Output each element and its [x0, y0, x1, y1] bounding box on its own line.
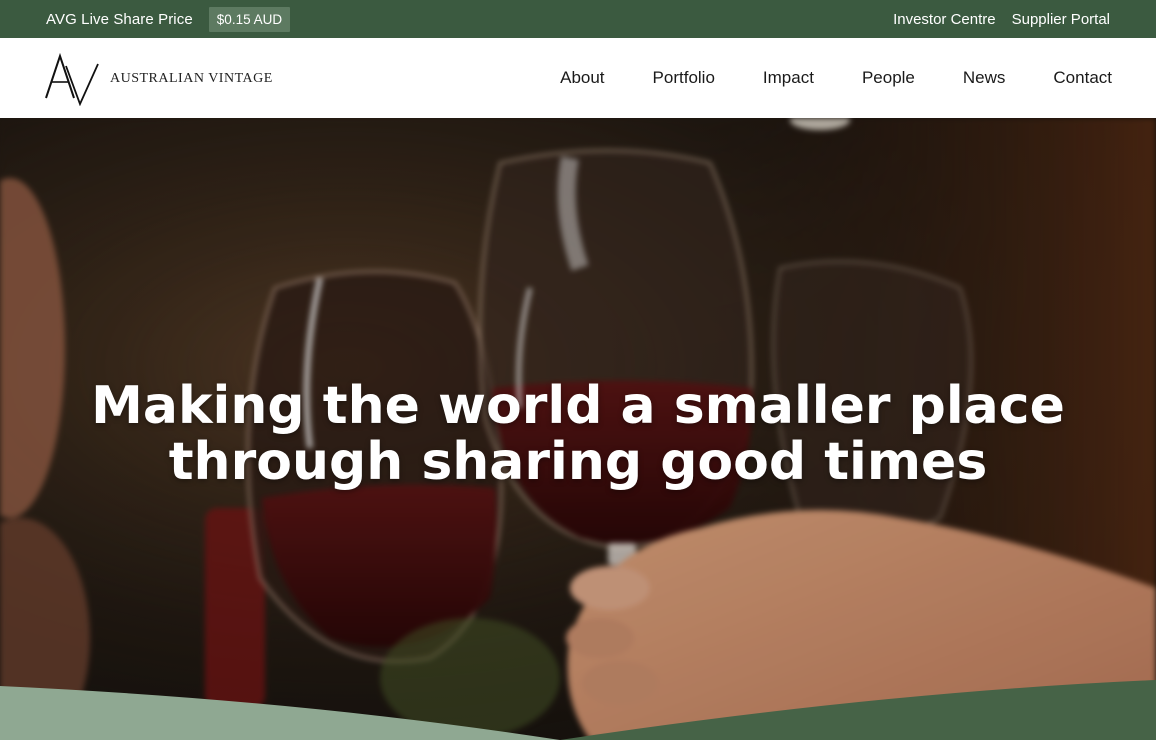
supplier-portal-link[interactable]: Supplier Portal: [1012, 11, 1110, 28]
utility-links: Investor Centre Supplier Portal: [893, 11, 1110, 28]
share-price-label: AVG Live Share Price: [46, 10, 193, 28]
top-utility-bar: AVG Live Share Price $0.15 AUD Investor …: [0, 0, 1156, 38]
site-logo[interactable]: AUSTRALIAN VINTAGE: [44, 50, 273, 106]
nav-people[interactable]: People: [862, 68, 915, 88]
main-nav: About Portfolio Impact People News Conta…: [560, 68, 1112, 88]
hero-headline-line-1: Making the world a smaller place: [91, 376, 1065, 436]
share-price-badge: $0.15 AUD: [208, 6, 291, 32]
hero-section: Making the world a smaller place through…: [0, 118, 1156, 740]
nav-contact[interactable]: Contact: [1053, 68, 1112, 88]
investor-centre-link[interactable]: Investor Centre: [893, 11, 996, 28]
nav-about[interactable]: About: [560, 68, 604, 88]
nav-portfolio[interactable]: Portfolio: [653, 68, 715, 88]
hero-headline: Making the world a smaller place through…: [0, 378, 1156, 490]
nav-news[interactable]: News: [963, 68, 1006, 88]
hero-wave-divider: [0, 680, 1156, 740]
hero-headline-line-2: through sharing good times: [168, 432, 988, 492]
main-header: AUSTRALIAN VINTAGE About Portfolio Impac…: [0, 38, 1156, 118]
logo-wordmark: AUSTRALIAN VINTAGE: [110, 71, 273, 86]
share-price-group: AVG Live Share Price $0.15 AUD: [46, 6, 291, 32]
nav-impact[interactable]: Impact: [763, 68, 814, 88]
av-monogram-icon: [45, 52, 99, 106]
